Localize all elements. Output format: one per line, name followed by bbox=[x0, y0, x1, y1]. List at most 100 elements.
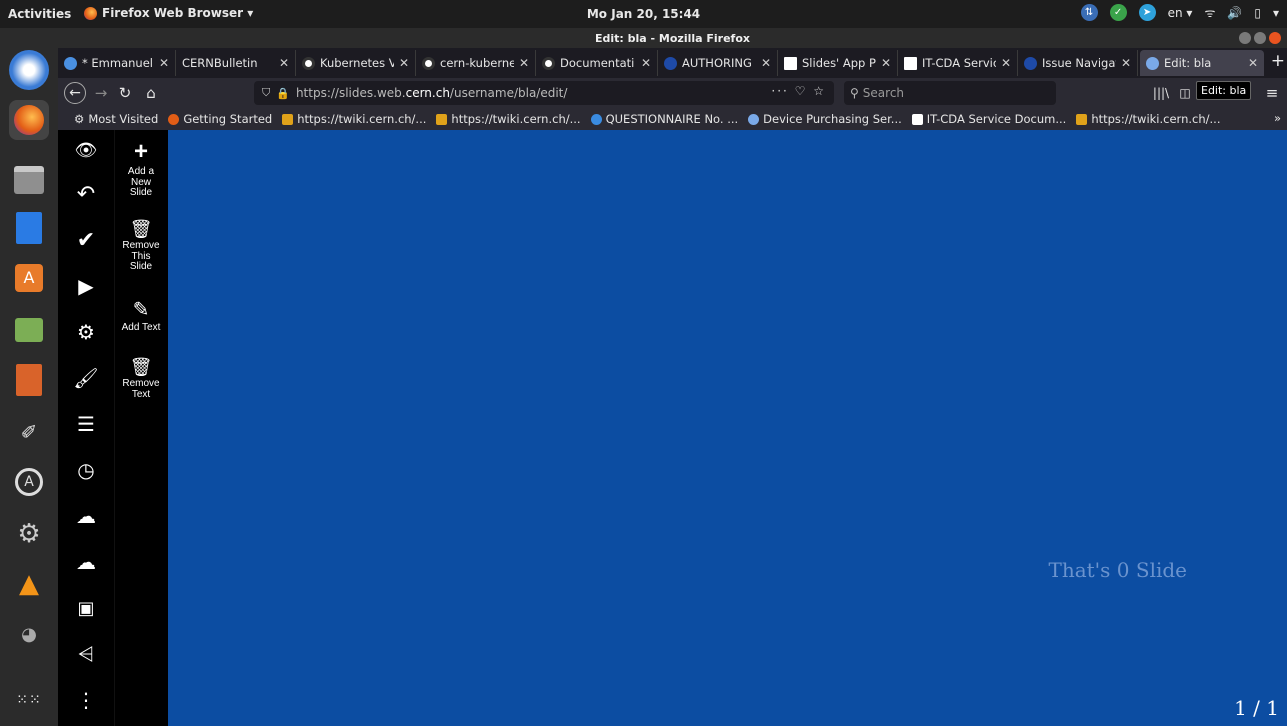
maximize-button[interactable] bbox=[1254, 32, 1266, 44]
menu-icon[interactable]: ≡ bbox=[1261, 82, 1283, 104]
service-portal-icon bbox=[748, 113, 760, 125]
bookmark-item[interactable]: https://twiki.cern.ch/... bbox=[282, 112, 426, 126]
impress-icon[interactable] bbox=[9, 360, 49, 400]
battery-icon[interactable]: ▯ bbox=[1254, 6, 1261, 20]
network-transfer-icon[interactable]: ⇅ bbox=[1080, 4, 1098, 21]
more-bookmarks-icon[interactable]: » bbox=[1274, 111, 1281, 125]
bookmark-item[interactable]: Device Purchasing Ser... bbox=[748, 112, 902, 126]
tab[interactable]: Kubernetes V ✕ bbox=[296, 50, 416, 76]
thunderbird-icon[interactable] bbox=[9, 50, 49, 90]
bookmark-item[interactable]: ⚙ Most Visited bbox=[74, 112, 158, 126]
page-actions[interactable]: ··· ♡ ☆ bbox=[771, 84, 826, 98]
new-tab-icon[interactable]: + bbox=[1271, 51, 1285, 71]
url-text[interactable]: https://slides.web.cern.ch/username/bla/… bbox=[296, 86, 567, 100]
software-center-icon[interactable]: A bbox=[9, 258, 49, 298]
trash-icon: 🗑 bbox=[129, 219, 153, 239]
window-titlebar[interactable]: Edit: bla - Mozilla Firefox bbox=[58, 28, 1287, 48]
undo-icon[interactable]: ↶ bbox=[68, 176, 104, 212]
play-icon[interactable]: ▶ bbox=[68, 268, 104, 304]
preview-eye-icon[interactable]: 👁 bbox=[68, 132, 104, 168]
gimp-icon[interactable]: ◕ bbox=[9, 614, 49, 654]
more-vertical-icon[interactable]: ⋮ bbox=[68, 682, 104, 718]
kubernetes-icon bbox=[542, 56, 555, 70]
save-check-icon[interactable]: ✔ bbox=[68, 222, 104, 258]
activities-button[interactable]: Activities bbox=[8, 7, 71, 21]
forward-icon[interactable]: → bbox=[90, 82, 112, 104]
system-menu-arrow-icon[interactable]: ▾ bbox=[1273, 6, 1279, 20]
close-tab-icon[interactable]: ✕ bbox=[1001, 56, 1011, 70]
share-icon[interactable]: ⩤ bbox=[68, 636, 104, 672]
tab[interactable]: Slides' App P ✕ bbox=[778, 50, 898, 76]
library-icon[interactable]: |||\ bbox=[1150, 82, 1172, 104]
url-bar[interactable]: ⛉ 🔒 https://slides.web.cern.ch/username/… bbox=[254, 81, 834, 105]
close-tab-icon[interactable]: ✕ bbox=[1121, 56, 1131, 70]
bookmark-item[interactable]: QUESTIONNAIRE No. ... bbox=[590, 112, 738, 126]
remove-text-button[interactable]: 🗑 Remove Text bbox=[114, 358, 168, 400]
settings-icon[interactable]: ⚙ bbox=[9, 514, 49, 554]
tab[interactable]: Documentati ✕ bbox=[536, 50, 658, 76]
search-bar[interactable]: ⚲ bbox=[844, 81, 1056, 105]
tab[interactable]: cern-kuberne ✕ bbox=[416, 50, 536, 76]
tab[interactable]: AUTHORING ✕ bbox=[658, 50, 778, 76]
reload-icon[interactable]: ↻ bbox=[114, 82, 136, 104]
minimize-button[interactable] bbox=[1239, 32, 1251, 44]
bookmark-item[interactable]: https://twiki.cern.ch/... bbox=[1076, 112, 1220, 126]
bookmark-item[interactable]: Getting Started bbox=[168, 112, 272, 126]
lock-icon[interactable]: 🔒 bbox=[276, 87, 290, 100]
tab-label: Slides' App P bbox=[802, 56, 876, 70]
close-tab-icon[interactable]: ✕ bbox=[399, 56, 409, 70]
telegram-icon[interactable]: ➤ bbox=[1138, 4, 1156, 21]
gear-icon[interactable]: ⚙ bbox=[68, 314, 104, 350]
firefox-icon[interactable] bbox=[9, 100, 49, 140]
updater-icon[interactable]: A bbox=[9, 462, 49, 502]
volume-icon[interactable]: 🔊 bbox=[1227, 6, 1242, 20]
sidebar-icon[interactable]: ◫ bbox=[1174, 82, 1196, 104]
paint-brush-icon[interactable]: 🖌 bbox=[68, 360, 104, 396]
tab-active[interactable]: Edit: bla ✕ bbox=[1140, 50, 1264, 76]
cloud-upload-icon[interactable]: ☁ bbox=[68, 498, 104, 534]
vlc-icon[interactable]: ▲ bbox=[9, 564, 49, 604]
bookmark-item[interactable]: https://twiki.cern.ch/... bbox=[436, 112, 581, 126]
cloud-download-icon[interactable]: ☁ bbox=[68, 544, 104, 580]
add-slide-button[interactable]: + Add a New Slide bbox=[114, 140, 168, 199]
firefox-icon bbox=[84, 6, 97, 20]
close-window-button[interactable] bbox=[1269, 32, 1281, 44]
remove-slide-label: Remove This Slide bbox=[122, 240, 160, 272]
close-tab-icon[interactable]: ✕ bbox=[1248, 56, 1258, 70]
app-menu[interactable]: Firefox Web Browser ▾ bbox=[84, 6, 253, 20]
image-viewer-icon[interactable] bbox=[9, 310, 49, 350]
wifi-icon[interactable]: ᯤ bbox=[1204, 4, 1215, 21]
tracking-shield-icon[interactable]: ⛉ bbox=[262, 86, 270, 100]
remove-slide-button[interactable]: 🗑 Remove This Slide bbox=[114, 220, 168, 273]
remove-text-label: Remove Text bbox=[122, 378, 160, 400]
tab[interactable]: CERNBulletin ✕ bbox=[176, 50, 296, 76]
show-applications-icon[interactable]: ⁙⁙ bbox=[9, 680, 49, 720]
slide-canvas[interactable]: That's 0 Slide 1 / 1 bbox=[168, 130, 1287, 726]
tab-label: cern-kuberne bbox=[440, 56, 514, 70]
close-tab-icon[interactable]: ✕ bbox=[641, 56, 651, 70]
tab-favicon bbox=[1024, 56, 1037, 70]
search-input[interactable] bbox=[862, 86, 1043, 100]
home-icon[interactable]: ⌂ bbox=[140, 82, 162, 104]
search-icon: ⚲ bbox=[850, 86, 859, 100]
language-indicator[interactable]: en ▾ bbox=[1168, 6, 1193, 20]
bookmark-item[interactable]: IT-CDA Service Docum... bbox=[911, 112, 1066, 126]
check-icon[interactable]: ✓ bbox=[1109, 4, 1127, 21]
close-tab-icon[interactable]: ✕ bbox=[519, 56, 529, 70]
slide-text[interactable]: That's 0 Slide bbox=[1048, 558, 1187, 582]
tab[interactable]: Issue Navigat ✕ bbox=[1018, 50, 1138, 76]
back-icon[interactable]: ← bbox=[64, 82, 86, 104]
add-text-button[interactable]: ✎ Add Text bbox=[114, 300, 168, 334]
clock-icon[interactable]: ◷ bbox=[68, 452, 104, 488]
close-tab-icon[interactable]: ✕ bbox=[279, 56, 289, 70]
files-icon[interactable] bbox=[9, 160, 49, 200]
tab[interactable]: IT-CDA Servic ✕ bbox=[898, 50, 1018, 76]
list-icon[interactable]: ☰ bbox=[68, 406, 104, 442]
tab[interactable]: * Emmanuel ✕ bbox=[58, 50, 176, 76]
close-tab-icon[interactable]: ✕ bbox=[761, 56, 771, 70]
close-tab-icon[interactable]: ✕ bbox=[881, 56, 891, 70]
inkscape-icon[interactable]: ✐ bbox=[9, 412, 49, 452]
close-tab-icon[interactable]: ✕ bbox=[159, 56, 169, 70]
writer-icon[interactable] bbox=[9, 208, 49, 248]
image-icon[interactable]: ▣ bbox=[68, 590, 104, 626]
